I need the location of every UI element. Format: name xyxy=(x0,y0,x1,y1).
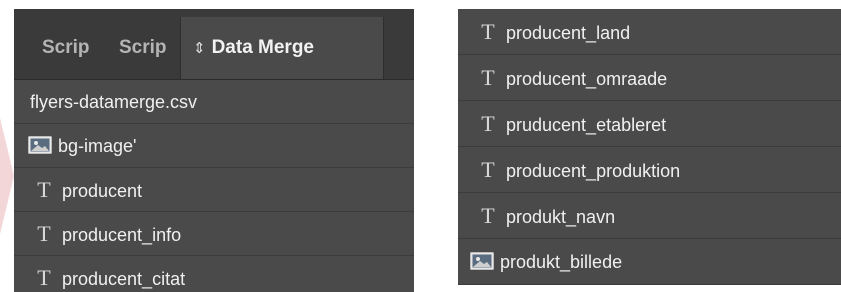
text-t-icon: T xyxy=(481,157,495,182)
field-label: producent_citat xyxy=(62,269,186,289)
image-icon xyxy=(470,252,494,271)
data-merge-field-list-continued: Tproducent_land Tproducent_omraade Tprud… xyxy=(458,9,841,285)
text-t-icon: T xyxy=(37,221,51,246)
field-label: bg-image' xyxy=(58,136,137,156)
field-row[interactable]: Tproducent xyxy=(14,168,414,212)
field-label: producent_land xyxy=(506,23,631,43)
text-t-icon: T xyxy=(481,19,495,44)
field-label: producent_info xyxy=(62,225,182,245)
field-row[interactable]: Tproducent_omraade xyxy=(458,55,841,101)
tab-scripts-1[interactable]: Scrip xyxy=(42,17,90,79)
data-source-file[interactable]: flyers-datamerge.csv xyxy=(14,80,414,124)
field-label: produkt_navn xyxy=(506,207,616,227)
text-t-icon: T xyxy=(481,111,495,136)
field-label: producent_omraade xyxy=(506,69,668,89)
text-t-icon: T xyxy=(37,177,51,202)
field-row[interactable]: Tproducent_produktion xyxy=(458,147,841,193)
tab-data-merge-label: Data Merge xyxy=(211,37,314,58)
data-merge-panel: Scrip Scrip ⇕ Data Merge flyers-datamerge… xyxy=(14,9,414,292)
decorative-pink-shape xyxy=(0,118,14,234)
field-label: pruducent_etableret xyxy=(506,115,667,135)
field-label: produkt_billede xyxy=(500,252,623,272)
panel-tab-bar: Scrip Scrip ⇕ Data Merge xyxy=(14,9,414,80)
field-row[interactable]: Tprodukt_navn xyxy=(458,193,841,239)
field-row[interactable]: Tpruducent_etableret xyxy=(458,101,841,147)
text-t-icon: T xyxy=(481,203,495,228)
field-label: producent_produktion xyxy=(506,161,681,181)
image-icon xyxy=(28,136,52,155)
field-row[interactable]: Tproducent_citat xyxy=(14,256,414,292)
tab-arrows-icon: ⇕ xyxy=(193,40,206,57)
text-t-icon: T xyxy=(37,265,51,290)
tab-data-merge[interactable]: ⇕ Data Merge xyxy=(180,17,384,79)
field-row[interactable]: bg-image' xyxy=(14,124,414,168)
tab-scripts-2[interactable]: Scrip xyxy=(119,17,167,79)
field-row[interactable]: produkt_billede xyxy=(458,239,841,285)
field-label: producent xyxy=(62,181,143,201)
field-row[interactable]: Tproducent_land xyxy=(458,9,841,55)
data-source-filename: flyers-datamerge.csv xyxy=(30,92,198,112)
text-t-icon: T xyxy=(481,65,495,90)
field-row[interactable]: Tproducent_info xyxy=(14,212,414,256)
